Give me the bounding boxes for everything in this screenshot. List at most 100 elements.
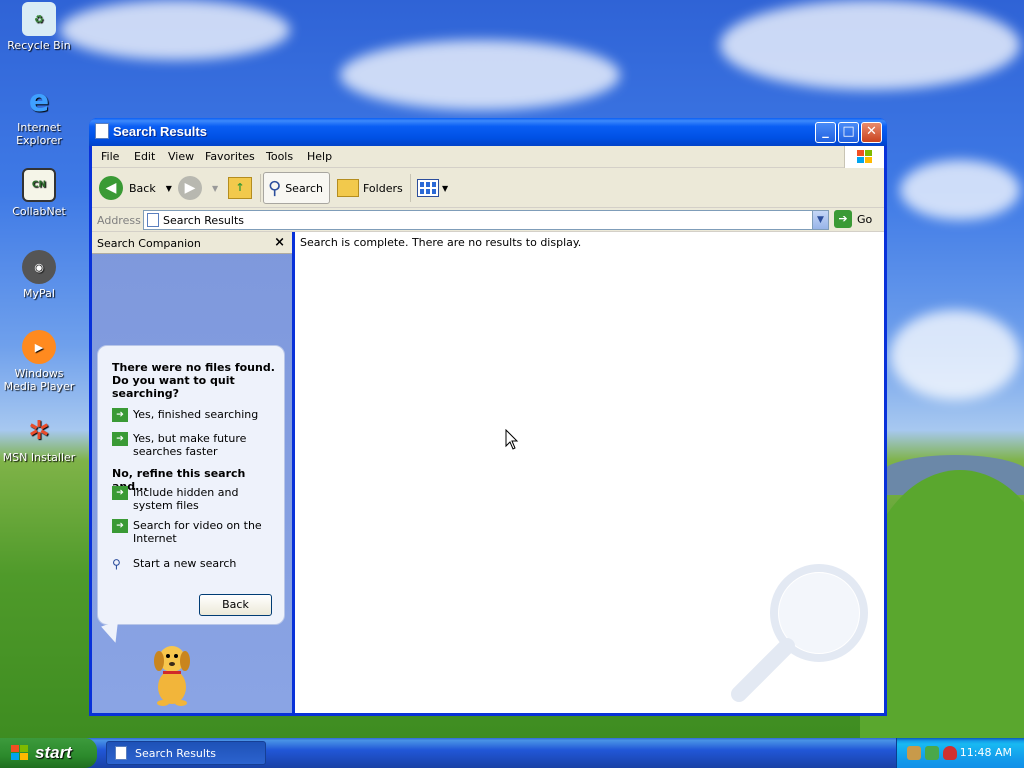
desktop-icon-label: Internet Explorer — [16, 121, 62, 147]
desktop-icon-label: MSN Installer — [2, 451, 76, 464]
search-status-text: Search is complete. There are no results… — [300, 236, 582, 249]
desktop-icon-label: MyPal — [23, 287, 55, 300]
menu-file[interactable]: File — [101, 150, 119, 163]
security-shield-icon[interactable] — [943, 746, 957, 760]
desktop-icon-recycle-bin[interactable]: ♻ Recycle Bin — [0, 2, 78, 52]
clock: 11:48 AM — [959, 746, 1012, 759]
green-arrow-icon: ➔ — [112, 519, 128, 533]
companion-question: There were no files found. Do you want t… — [112, 361, 275, 400]
forward-button[interactable]: ▶ ▼ — [178, 172, 218, 204]
folders-label: Folders — [363, 181, 403, 195]
option-video-search[interactable]: ➔ Search for video on the Internet — [112, 519, 277, 545]
search-dog-icon[interactable] — [147, 637, 197, 707]
views-icon — [417, 179, 439, 197]
results-pane: Search is complete. There are no results… — [295, 232, 884, 713]
companion-back-button[interactable]: Back — [199, 594, 272, 616]
cloud — [720, 0, 1020, 90]
media-player-icon: ▶ — [22, 330, 56, 364]
update-icon[interactable] — [925, 746, 939, 760]
option-finished-searching[interactable]: ➔ Yes, finished searching — [112, 408, 277, 422]
window-title: Search Results — [113, 124, 207, 139]
views-button[interactable]: ▼ — [417, 172, 448, 204]
cloud — [340, 40, 620, 110]
menu-favorites[interactable]: Favorites — [205, 150, 255, 163]
recycle-bin-icon: ♻ — [22, 2, 56, 36]
menu-bar: File Edit View Favorites Tools Help — [92, 146, 884, 168]
back-dropdown-icon[interactable]: ▼ — [166, 184, 172, 193]
windows-flag-icon — [11, 745, 28, 760]
system-tray: 11:48 AM — [896, 738, 1024, 768]
magnifier-icon: ⚲ — [112, 557, 121, 571]
green-arrow-icon: ➔ — [112, 486, 128, 500]
forward-arrow-icon: ▶ — [178, 176, 202, 200]
back-label: Back — [129, 181, 156, 195]
title-bar[interactable]: Search Results _ □ ✕ — [89, 118, 887, 146]
desktop-icon-msn-installer[interactable]: ✲ MSN Installer — [0, 414, 78, 465]
close-icon[interactable]: × — [274, 235, 285, 250]
green-arrow-icon: ➔ — [112, 432, 128, 446]
menu-help[interactable]: Help — [307, 150, 332, 163]
close-button[interactable]: ✕ — [861, 122, 882, 143]
maximize-button[interactable]: □ — [838, 122, 859, 143]
taskbar-item-label: Search Results — [135, 746, 217, 760]
search-button[interactable]: ⚲ Search — [263, 172, 330, 204]
network-icon[interactable] — [907, 746, 921, 760]
address-dropdown-icon[interactable]: ▼ — [812, 211, 828, 229]
internet-explorer-icon: e — [28, 83, 50, 119]
option-new-search[interactable]: ⚲ Start a new search — [112, 557, 277, 571]
desktop-icon-mypal[interactable]: ◉ MyPal — [0, 250, 78, 300]
address-label: Address — [97, 214, 141, 227]
option-label: Start a new search — [133, 557, 237, 570]
go-arrow-icon: ➔ — [834, 210, 852, 228]
views-dropdown-icon: ▼ — [442, 183, 449, 193]
address-field[interactable]: Search Results ▼ — [143, 210, 829, 230]
desktop-icon-label: Windows Media Player — [3, 367, 75, 393]
taskbar: start Search Results 11:48 AM — [0, 738, 1024, 768]
forward-dropdown-icon[interactable]: ▼ — [212, 184, 218, 193]
option-hidden-files[interactable]: ➔ Include hidden and system files — [112, 486, 277, 512]
taskbar-item-search-results[interactable]: Search Results — [106, 741, 266, 765]
menu-tools[interactable]: Tools — [266, 150, 293, 163]
cloud — [890, 310, 1020, 400]
back-arrow-icon: ◀ — [99, 176, 123, 200]
companion-header: Search Companion × — [92, 232, 292, 254]
go-label: Go — [857, 212, 873, 226]
folders-button[interactable]: Folders — [337, 172, 403, 204]
folders-icon — [337, 179, 359, 197]
go-button[interactable]: ➔ Go — [834, 210, 872, 228]
search-label: Search — [285, 181, 323, 195]
back-button[interactable]: ◀ Back ▼ — [99, 172, 172, 204]
desktop-icon-label: Recycle Bin — [7, 39, 71, 52]
option-faster-searches[interactable]: ➔ Yes, but make future searches faster — [112, 432, 277, 458]
collabnet-icon: CN — [22, 168, 56, 202]
up-folder-button[interactable]: ↑ — [228, 172, 252, 204]
desktop-icon-label: CollabNet — [12, 205, 66, 218]
mouse-cursor-icon — [505, 429, 519, 450]
cloud — [60, 0, 290, 60]
desktop-icon-internet-explorer[interactable]: e Internet Explorer — [0, 84, 78, 147]
toolbar: ◀ Back ▼ ▶ ▼ ↑ ⚲ Search Folders ▼ — [92, 168, 884, 208]
desktop-icon-windows-media-player[interactable]: ▶ Windows Media Player — [0, 330, 78, 393]
option-label: Include hidden and system files — [133, 486, 239, 512]
menu-view[interactable]: View — [168, 150, 194, 163]
up-folder-icon: ↑ — [228, 177, 252, 199]
option-label: Search for video on the Internet — [133, 519, 262, 545]
toolbar-separator — [410, 174, 411, 202]
start-button[interactable]: start — [0, 738, 97, 768]
magnifier-watermark-icon — [731, 564, 868, 702]
minimize-button[interactable]: _ — [815, 122, 836, 143]
desktop-icon-collabnet[interactable]: CN CollabNet — [0, 168, 78, 218]
start-label: start — [35, 743, 72, 762]
msn-icon: ✲ — [28, 415, 50, 446]
menu-edit[interactable]: Edit — [134, 150, 155, 163]
windows-logo-icon — [844, 146, 884, 168]
address-value: Search Results — [163, 214, 245, 227]
option-label: Yes, but make future searches faster — [133, 432, 247, 458]
mypal-icon: ◉ — [22, 250, 56, 284]
magnifier-icon: ⚲ — [268, 177, 282, 199]
search-companion-pane: Search Companion × There were no files f… — [92, 232, 292, 713]
search-results-icon — [115, 746, 127, 760]
option-label: Yes, finished searching — [133, 408, 259, 421]
green-arrow-icon: ➔ — [112, 408, 128, 422]
search-results-icon — [95, 123, 109, 139]
